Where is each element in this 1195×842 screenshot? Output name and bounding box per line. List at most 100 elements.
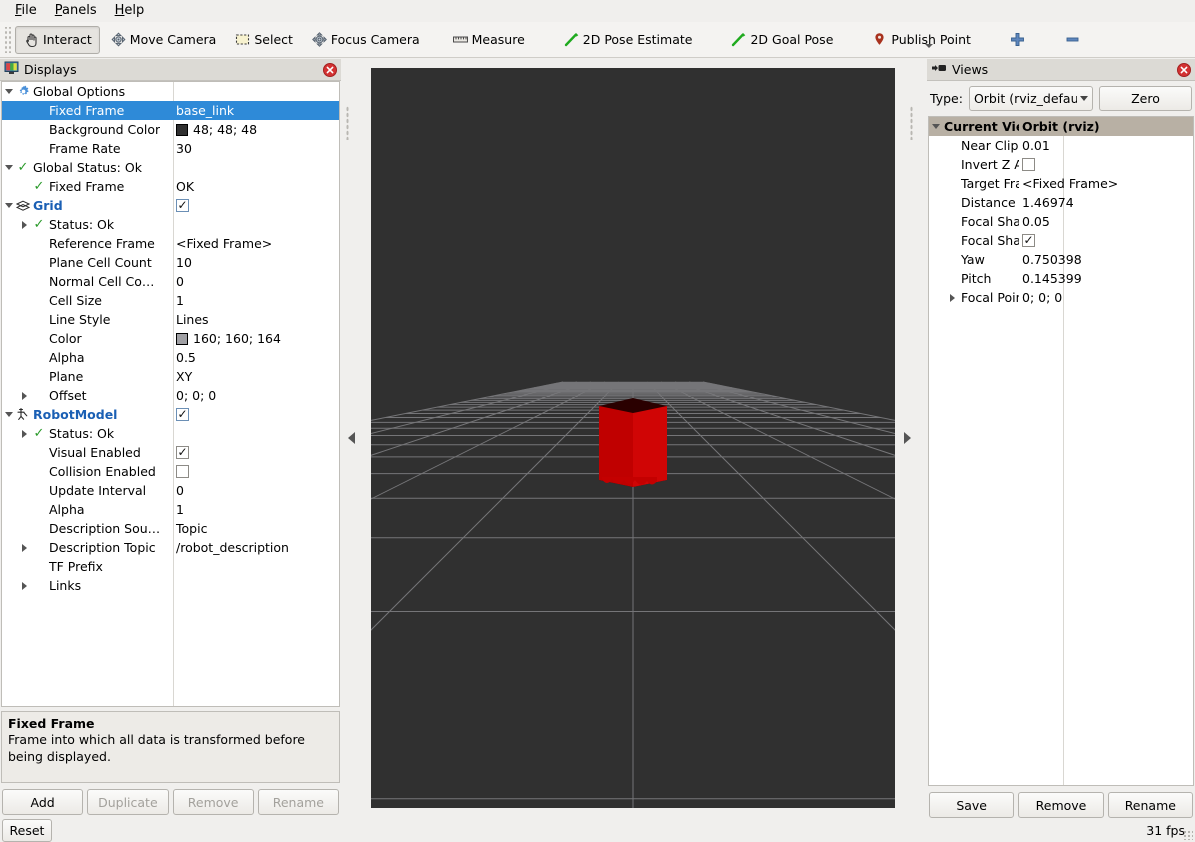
property-checkbox[interactable] — [1022, 158, 1035, 171]
display-property-row[interactable]: Frame Rate 30 — [2, 139, 339, 158]
display-property-row[interactable]: Alpha 1 — [2, 500, 339, 519]
collapse-left-handle[interactable] — [345, 68, 358, 808]
expander-closed-chevron-right-icon[interactable] — [18, 543, 31, 552]
property-value[interactable] — [173, 446, 339, 459]
view-property-row[interactable]: Distance 1.46974 — [929, 193, 1193, 212]
display-property-row[interactable]: Update Interval 0 — [2, 481, 339, 500]
current-view-header-row[interactable]: Current ViewOrbit (rviz) — [929, 117, 1193, 136]
display-property-row[interactable]: Offset 0; 0; 0 — [2, 386, 339, 405]
property-value[interactable] — [173, 408, 339, 421]
property-value[interactable]: 1 — [173, 293, 339, 308]
view-property-row[interactable]: Focal Shap… — [929, 231, 1193, 250]
expander-closed-chevron-right-icon[interactable] — [18, 429, 31, 438]
property-checkbox[interactable] — [176, 408, 189, 421]
property-value[interactable]: 0.01 — [1019, 138, 1193, 153]
tool-move-camera[interactable]: Move Camera — [102, 26, 225, 54]
render-viewport-3d[interactable] — [371, 68, 895, 808]
property-value[interactable]: 0; 0; 0 — [1019, 290, 1193, 305]
zero-button[interactable]: Zero — [1098, 86, 1192, 111]
property-value[interactable]: 0.145399 — [1019, 271, 1193, 286]
property-checkbox[interactable] — [1022, 234, 1035, 247]
display-property-row[interactable]: Description Topic/robot_description — [2, 538, 339, 557]
tool-2d-goal-pose[interactable]: 2D Goal Pose — [722, 26, 841, 54]
expander-open-chevron-down-icon[interactable] — [929, 124, 942, 129]
property-value[interactable]: 0.5 — [173, 350, 339, 365]
property-value[interactable]: OK — [173, 179, 339, 194]
expander-closed-chevron-right-icon[interactable] — [18, 581, 31, 590]
tool-select[interactable]: Select — [226, 26, 301, 54]
collapse-right-handle[interactable] — [901, 68, 914, 808]
remove-view-button[interactable]: Remove — [1018, 792, 1104, 818]
display-property-row[interactable]: RobotModel — [2, 405, 339, 424]
expander-closed-chevron-right-icon[interactable] — [18, 220, 31, 229]
display-property-row[interactable]: Description Sou… Topic — [2, 519, 339, 538]
property-value[interactable]: 10 — [173, 255, 339, 270]
property-value[interactable]: 0 — [173, 274, 339, 289]
display-property-row[interactable]: TF Prefix — [2, 557, 339, 576]
toolbar-drag-handle[interactable] — [3, 26, 12, 53]
property-value[interactable] — [173, 199, 339, 212]
display-property-row[interactable]: Alpha 0.5 — [2, 348, 339, 367]
property-value[interactable]: 1 — [173, 502, 339, 517]
property-checkbox[interactable] — [176, 465, 189, 478]
property-value[interactable] — [1019, 234, 1193, 247]
add-button[interactable]: Add — [2, 789, 84, 815]
view-property-row[interactable]: Focal Shap…0.05 — [929, 212, 1193, 231]
property-value[interactable]: 30 — [173, 141, 339, 156]
property-value[interactable]: <Fixed Frame> — [173, 236, 339, 251]
property-value[interactable] — [173, 465, 339, 478]
display-property-row[interactable]: Plane Cell Count 10 — [2, 253, 339, 272]
views-close-icon[interactable] — [1177, 62, 1191, 77]
expander-closed-chevron-right-icon[interactable] — [18, 391, 31, 400]
display-property-row[interactable]: Collision Enabled — [2, 462, 339, 481]
window-resize-grip[interactable] — [1183, 830, 1193, 840]
expander-open-chevron-down-icon[interactable] — [2, 203, 15, 208]
property-value[interactable]: Topic — [173, 521, 339, 536]
property-value[interactable]: 1.46974 — [1019, 195, 1193, 210]
property-checkbox[interactable] — [176, 446, 189, 459]
view-property-row[interactable]: Invert Z Axis — [929, 155, 1193, 174]
property-value[interactable]: 160; 160; 164 — [173, 331, 339, 346]
tool-measure[interactable]: Measure — [444, 26, 533, 54]
display-property-row[interactable]: ✓ Status: Ok — [2, 424, 339, 443]
tool-focus-camera[interactable]: Focus Camera — [303, 26, 428, 54]
view-property-row[interactable]: Yaw 0.750398 — [929, 250, 1193, 269]
display-property-row[interactable]: Visual Enabled — [2, 443, 339, 462]
expander-open-chevron-down-icon[interactable] — [2, 89, 15, 94]
display-property-row[interactable]: Reference Frame <Fixed Frame> — [2, 234, 339, 253]
tool-add[interactable] — [1001, 26, 1034, 54]
menu-panels[interactable]: Panels — [46, 1, 106, 21]
property-value[interactable]: XY — [173, 369, 339, 384]
save-view-button[interactable]: Save — [929, 792, 1015, 818]
color-swatch[interactable] — [176, 123, 188, 136]
display-property-row[interactable]: Global Options — [2, 82, 339, 101]
view-property-row[interactable]: Target Fra…<Fixed Frame> — [929, 174, 1193, 193]
view-property-row[interactable]: Focal Point0; 0; 0 — [929, 288, 1193, 307]
property-checkbox[interactable] — [176, 199, 189, 212]
expander-open-chevron-down-icon[interactable] — [2, 165, 15, 170]
property-value[interactable]: <Fixed Frame> — [1019, 176, 1193, 191]
view-property-row[interactable]: Near Clip …0.01 — [929, 136, 1193, 155]
display-property-row[interactable]: Line Style Lines — [2, 310, 339, 329]
property-value[interactable]: base_link — [173, 103, 339, 118]
display-property-row[interactable]: Grid — [2, 196, 339, 215]
view-type-dropdown[interactable]: Orbit (rviz_defau — [968, 86, 1093, 111]
display-property-row[interactable]: Links — [2, 576, 339, 595]
property-value[interactable]: 0.05 — [1019, 214, 1193, 229]
property-value[interactable]: 0; 0; 0 — [173, 388, 339, 403]
display-property-row[interactable]: Cell Size 1 — [2, 291, 339, 310]
display-property-row[interactable]: ✓ Global Status: Ok — [2, 158, 339, 177]
rename-view-button[interactable]: Rename — [1107, 792, 1193, 818]
duplicate-button[interactable]: Duplicate — [87, 789, 169, 815]
display-property-row[interactable]: ✓ Fixed Frame OK — [2, 177, 339, 196]
displays-close-icon[interactable] — [323, 62, 337, 77]
display-property-row[interactable]: Fixed Frame base_link — [2, 101, 339, 120]
property-value[interactable]: 48; 48; 48 — [173, 122, 339, 137]
remove-button[interactable]: Remove — [172, 789, 254, 815]
display-property-row[interactable]: Normal Cell Co… 0 — [2, 272, 339, 291]
views-property-tree[interactable]: Current ViewOrbit (rviz)Near Clip …0.01I… — [928, 116, 1194, 786]
property-value[interactable]: 0.750398 — [1019, 252, 1193, 267]
property-value[interactable]: Lines — [173, 312, 339, 327]
rename-button[interactable]: Rename — [257, 789, 339, 815]
expander-closed-chevron-right-icon[interactable] — [946, 293, 959, 302]
